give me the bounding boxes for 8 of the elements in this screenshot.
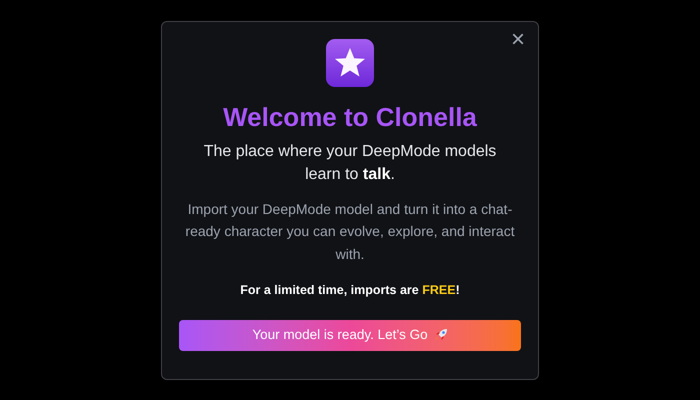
promo-text: For a limited time, imports are FREE!: [240, 282, 460, 299]
lets-go-button[interactable]: Your model is ready. Let’s Go: [179, 320, 521, 351]
rocket-icon: [434, 328, 448, 342]
dialog-subtitle: The place where your DeepMode models learn to talk.: [202, 142, 498, 184]
dialog-title: Welcome to Clonella: [223, 100, 477, 132]
close-button[interactable]: ×: [506, 28, 530, 52]
dialog-description: Import your DeepMode model and turn it into a chat-ready character you can evolve, explore, and interact with.: [184, 200, 516, 264]
star-logo-icon: [326, 38, 374, 86]
